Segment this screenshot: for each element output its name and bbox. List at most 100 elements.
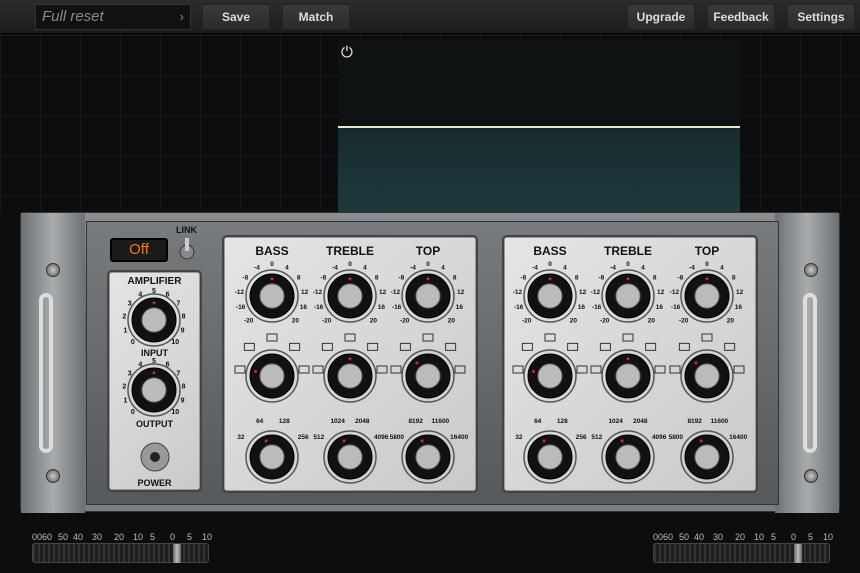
meter-right[interactable] — [653, 543, 830, 563]
freq-scale-label: 4096 — [652, 434, 667, 441]
gain-scale-label: 16 — [456, 304, 464, 311]
bell-shape-icon — [344, 333, 356, 342]
freq-knob-treble[interactable] — [601, 430, 655, 484]
wide-bell-shape-icon — [599, 342, 611, 351]
gain-scale-label: 0 — [705, 261, 709, 268]
gain-scale-label: 20 — [292, 317, 300, 324]
knob-cap — [694, 283, 720, 309]
knob-cap — [694, 444, 720, 470]
gain-scale-label: -4 — [410, 265, 416, 272]
knob-indicator — [415, 361, 419, 365]
gain-scale-label: -8 — [398, 275, 404, 282]
gain-knob-top[interactable] — [680, 269, 734, 323]
shape-knob-treble[interactable] — [323, 349, 377, 403]
gain-scale-label: 16 — [300, 304, 308, 311]
knob-indicator — [342, 439, 346, 443]
knob-cap — [337, 444, 363, 470]
freq-knob-top[interactable] — [680, 430, 734, 484]
gain-scale-label: 16 — [735, 304, 743, 311]
band-title: TREBLE — [326, 244, 374, 258]
meter-thumb-right[interactable] — [794, 544, 802, 563]
knob-indicator — [705, 277, 709, 281]
meter-left[interactable] — [32, 543, 209, 563]
gain-scale-label: -12 — [391, 289, 401, 296]
low-shelf-shape-icon — [512, 365, 524, 374]
narrow-bell-shape-icon — [724, 342, 736, 351]
freq-scale-label: 2048 — [633, 418, 648, 425]
gain-scale-label: -20 — [522, 317, 532, 324]
knob-cap — [537, 444, 563, 470]
freq-scale-label: 32 — [237, 434, 245, 441]
freq-scale-label: 512 — [313, 434, 324, 441]
amp-scale-label: 2 — [122, 383, 126, 390]
freq-scale-label: 5800 — [390, 434, 405, 441]
knob-indicator — [542, 439, 546, 443]
band-title: TOP — [416, 244, 440, 258]
amp-scale-label: 9 — [181, 327, 185, 334]
knob-cap — [415, 444, 441, 470]
meter-scale-label: 0 — [791, 532, 797, 542]
input-knob[interactable] — [127, 293, 181, 347]
meter-thumb-left[interactable] — [173, 544, 181, 563]
knob-cap — [337, 363, 363, 389]
meter-scale-label: 50 — [679, 532, 690, 542]
gain-scale-label: 4 — [363, 265, 367, 272]
shape-knob-treble[interactable] — [601, 349, 655, 403]
gain-knob-bass[interactable] — [245, 269, 299, 323]
gain-scale-label: -20 — [600, 317, 610, 324]
amp-scale-label: 10 — [171, 409, 179, 416]
gain-knob-bass[interactable] — [523, 269, 577, 323]
knob-cap — [694, 363, 720, 389]
shape-knob-top[interactable] — [680, 349, 734, 403]
band-title: BASS — [533, 244, 566, 258]
gain-scale-label: 0 — [548, 261, 552, 268]
knob-cap — [337, 283, 363, 309]
shape-knob-bass[interactable] — [523, 349, 577, 403]
narrow-bell-shape-icon — [445, 342, 457, 351]
freq-scale-label: 64 — [534, 418, 542, 425]
gain-scale-label: -16 — [236, 304, 246, 311]
shape-knob-top[interactable] — [401, 349, 455, 403]
freq-knob-treble[interactable] — [323, 430, 377, 484]
knob-indicator — [264, 439, 268, 443]
amp-scale-label: 2 — [122, 313, 126, 320]
freq-scale-label: 2048 — [355, 418, 370, 425]
gain-scale-label: 0 — [348, 261, 352, 268]
knob-cap — [141, 307, 167, 333]
freq-knob-bass[interactable] — [523, 430, 577, 484]
freq-scale-label: 32 — [515, 434, 523, 441]
output-knob[interactable] — [127, 363, 181, 417]
knob-indicator — [531, 370, 535, 374]
freq-scale-label: 11600 — [710, 418, 728, 425]
gain-scale-label: -12 — [513, 289, 523, 296]
knob-cap — [615, 444, 641, 470]
freq-scale-label: 64 — [256, 418, 264, 425]
bell-shape-icon — [622, 333, 634, 342]
meter-scale-label: 10 — [202, 532, 213, 542]
gain-scale-label: 12 — [736, 289, 744, 296]
knob-indicator — [270, 277, 274, 281]
gain-scale-label: 8 — [375, 275, 379, 282]
freq-scale-label: 4096 — [374, 434, 389, 441]
bell-shape-icon — [422, 333, 434, 342]
meter-scale-label: 60 — [663, 532, 674, 542]
meter-scale-label: 20 — [735, 532, 746, 542]
freq-knob-bass[interactable] — [245, 430, 299, 484]
gain-knob-treble[interactable] — [323, 269, 377, 323]
gain-knob-treble[interactable] — [601, 269, 655, 323]
amp-scale-label: 0 — [131, 339, 135, 346]
link-toggle[interactable] — [179, 238, 195, 260]
power-switch[interactable] — [140, 442, 170, 472]
knob-indicator — [348, 277, 352, 281]
high-shelf-shape-icon — [654, 365, 666, 374]
meter-scale-label: 5 — [150, 532, 156, 542]
low-shelf-shape-icon — [234, 365, 246, 374]
gain-scale-label: -20 — [322, 317, 332, 324]
knob-indicator — [420, 439, 424, 443]
freq-knob-top[interactable] — [401, 430, 455, 484]
knob-indicator — [626, 277, 630, 281]
high-shelf-shape-icon — [454, 365, 466, 374]
knob-cap — [259, 444, 285, 470]
shape-knob-bass[interactable] — [245, 349, 299, 403]
gain-knob-top[interactable] — [401, 269, 455, 323]
